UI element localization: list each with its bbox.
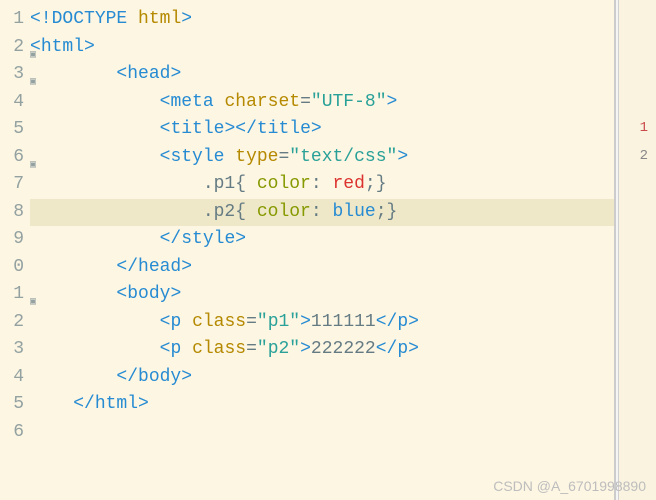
preview-panel: 1 2	[618, 0, 656, 500]
line-number: 8	[0, 199, 26, 227]
preview-mark: 2	[640, 148, 648, 164]
code-line	[30, 419, 614, 447]
watermark: CSDN @A_6701998890	[493, 478, 646, 494]
line-number: 3▣	[0, 61, 26, 89]
line-number: 2	[0, 309, 26, 337]
code-line: <!DOCTYPE html>	[30, 6, 614, 34]
code-line: <style type="text/css">	[30, 144, 614, 172]
code-line: <meta charset="UTF-8">	[30, 89, 614, 117]
line-number: 1	[0, 6, 26, 34]
code-line: <title></title>	[30, 116, 614, 144]
code-line: <p class="p2">222222</p>	[30, 336, 614, 364]
code-line: </html>	[30, 391, 614, 419]
line-number: 4	[0, 89, 26, 117]
line-number: 5	[0, 116, 26, 144]
code-area[interactable]: <!DOCTYPE html> <html> <head> <meta char…	[26, 0, 614, 500]
code-line: </style>	[30, 226, 614, 254]
line-number: 7	[0, 171, 26, 199]
line-number: 3	[0, 336, 26, 364]
code-editor: 1 2▣ 3▣ 4 5 6▣ 7 8 9 0 1▣ 2 3 4 5 6 <!DO…	[0, 0, 616, 500]
line-number: 2▣	[0, 34, 26, 62]
code-line: <html>	[30, 34, 614, 62]
line-number: 6	[0, 419, 26, 447]
code-line: <head>	[30, 61, 614, 89]
line-number: 4	[0, 364, 26, 392]
code-line: </head>	[30, 254, 614, 282]
line-number: 5	[0, 391, 26, 419]
line-number: 9	[0, 226, 26, 254]
line-number: 6▣	[0, 144, 26, 172]
line-number: 0	[0, 254, 26, 282]
preview-mark: 1	[640, 120, 648, 136]
code-line: </body>	[30, 364, 614, 392]
line-number-gutter: 1 2▣ 3▣ 4 5 6▣ 7 8 9 0 1▣ 2 3 4 5 6	[0, 0, 26, 500]
code-line-highlighted: .p2{ color: blue;}	[30, 199, 614, 227]
line-number: 1▣	[0, 281, 26, 309]
code-line: <body>	[30, 281, 614, 309]
code-line: <p class="p1">111111</p>	[30, 309, 614, 337]
code-line: .p1{ color: red;}	[30, 171, 614, 199]
